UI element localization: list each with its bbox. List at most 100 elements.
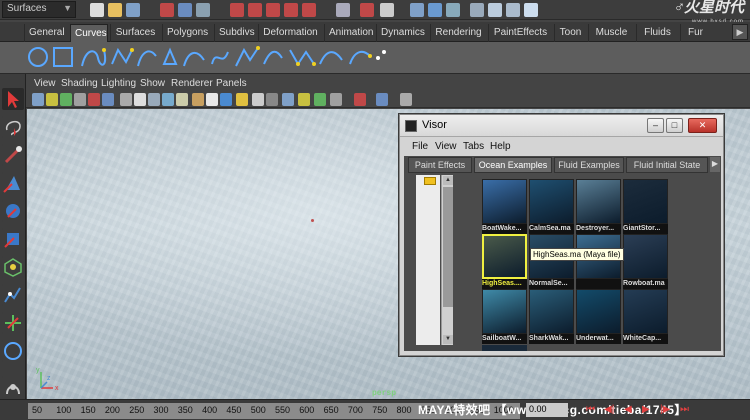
shelf-tab-painteffects[interactable]: PaintEffects (488, 24, 552, 42)
bookmark-icon[interactable] (46, 93, 58, 106)
select-hierarchy-icon[interactable] (160, 3, 174, 17)
view-option-icon[interactable] (298, 93, 310, 106)
visor-menu-view[interactable]: View (435, 141, 457, 152)
curve-tools-icons[interactable] (0, 42, 400, 74)
maximize-icon[interactable]: □ (666, 118, 683, 133)
ipr-render-icon[interactable] (428, 3, 442, 17)
2d-pan-icon[interactable] (74, 93, 86, 106)
rotate-tool-icon[interactable] (2, 200, 24, 222)
ocean-example-thumbnail[interactable]: NormalSe... (529, 234, 574, 289)
ocean-example-thumbnail[interactable]: BoatWake... (482, 179, 527, 234)
shelf-tab-toon[interactable]: Toon (554, 24, 586, 42)
attribute-editor-icon[interactable] (506, 3, 520, 17)
shelf-tab-curves[interactable]: Curves (70, 24, 108, 42)
visor-tab-fluid-initial-state[interactable]: Fluid Initial State (626, 157, 708, 173)
ocean-example-thumbnail[interactable]: Underwat... (576, 289, 621, 344)
ocean-example-thumbnail[interactable]: Rowboat.ma (623, 234, 668, 289)
soft-modification-icon[interactable] (2, 284, 24, 306)
shelf-tab-animation[interactable]: Animation (324, 24, 374, 42)
thumbnail-image[interactable] (576, 179, 621, 224)
ocean-example-thumbnail[interactable]: SharkWak... (529, 289, 574, 344)
visor-menu-help[interactable]: Help (490, 141, 511, 152)
shelf-tab-dynamics[interactable]: Dynamics (376, 24, 428, 42)
tab-scroll-right-icon[interactable]: ▶ (710, 157, 720, 172)
view-option-icon[interactable] (354, 93, 366, 106)
visor-tab-paint-effects[interactable]: Paint Effects (408, 157, 472, 173)
history-icon[interactable] (336, 3, 350, 17)
ocean-example-thumbnail[interactable]: GiantStor... (623, 179, 668, 234)
scroll-up-icon[interactable]: ▲ (443, 176, 453, 185)
resolution-gate-icon[interactable] (134, 93, 146, 106)
snap-curve-icon[interactable] (248, 3, 262, 17)
panel-menu-show[interactable]: Show (140, 78, 165, 89)
panel-menu-view[interactable]: View (34, 78, 56, 89)
panel-menu-panels[interactable]: Panels (216, 78, 247, 89)
thumbnail-image[interactable] (529, 289, 574, 334)
ocean-example-thumbnail[interactable]: WhiteCap... (623, 289, 668, 344)
shelf-tab-rendering[interactable]: Rendering (430, 24, 486, 42)
render-settings-icon[interactable] (446, 3, 460, 17)
view-option-icon[interactable] (330, 93, 342, 106)
visor-tab-ocean-examples[interactable]: Ocean Examples (474, 157, 552, 173)
isolate-icon[interactable] (266, 93, 278, 106)
shadows-icon[interactable] (252, 93, 264, 106)
smooth-shade-icon[interactable] (206, 93, 218, 106)
shelf-scroll-arrow-icon[interactable]: ▶ (732, 24, 748, 40)
panel-menu-lighting[interactable]: Lighting (101, 78, 136, 89)
channel-box-icon[interactable] (524, 3, 538, 17)
visor-title-bar[interactable]: Visor – □ ✕ (400, 115, 723, 137)
minimize-icon[interactable]: – (647, 118, 664, 133)
make-live-icon[interactable] (302, 3, 316, 17)
field-chart-icon[interactable] (162, 93, 174, 106)
ocean-example-thumbnail[interactable]: CalmSea.ma (529, 179, 574, 234)
thumbnail-image[interactable] (623, 289, 668, 334)
thumbnail-image[interactable] (576, 289, 621, 334)
panel-menu-shading[interactable]: Shading (61, 78, 98, 89)
shelf-tab-surfaces[interactable]: Surfaces (110, 24, 160, 42)
shelf-tab-muscle[interactable]: Muscle (588, 24, 634, 42)
shelf-tab-subdivs[interactable]: Subdivs (214, 24, 256, 42)
step-back-icon[interactable]: ◀| (604, 404, 614, 415)
visor-tab-fluid-examples[interactable]: Fluid Examples (554, 157, 624, 173)
open-scene-icon[interactable] (108, 3, 122, 17)
view-option-icon[interactable] (314, 93, 326, 106)
shelf-tab-deformation[interactable]: Deformation (258, 24, 322, 42)
shelf-tab-fur[interactable]: Fur (680, 24, 710, 42)
ocean-example-thumbnail[interactable] (576, 234, 621, 289)
camera-icon[interactable] (32, 93, 44, 106)
gate-mask-icon[interactable] (148, 93, 160, 106)
textured-icon[interactable] (220, 93, 232, 106)
show-hide-icon[interactable] (488, 3, 502, 17)
select-component-icon[interactable] (196, 3, 210, 17)
ocean-example-thumbnail[interactable]: HighSeas.... (482, 234, 527, 289)
scrollbar-thumb[interactable] (443, 187, 453, 307)
scroll-down-icon[interactable]: ▼ (443, 335, 453, 344)
snap-grid-icon[interactable] (230, 3, 244, 17)
thumbnail-image[interactable] (482, 289, 527, 334)
select-object-icon[interactable] (178, 3, 192, 17)
step-forward-icon[interactable]: |▶ (660, 404, 670, 415)
grease-pencil-icon[interactable] (88, 93, 100, 106)
play-back-icon[interactable]: ◀ (624, 404, 632, 415)
go-to-end-icon[interactable]: ⏭ (680, 404, 689, 415)
thumbnail-image[interactable] (482, 179, 527, 224)
snap-view-plane-icon[interactable] (284, 3, 298, 17)
film-gate-icon[interactable] (120, 93, 132, 106)
save-scene-icon[interactable] (126, 3, 140, 17)
view-option-icon[interactable] (282, 93, 294, 106)
thumbnail-image[interactable] (623, 179, 668, 224)
close-icon[interactable]: ✕ (688, 118, 717, 133)
construction-history-icon[interactable] (360, 3, 374, 17)
shelf-tab-general[interactable]: General (24, 24, 68, 42)
visor-menu-file[interactable]: File (412, 141, 428, 152)
ocean-example-thumbnail[interactable]: Destroyer... (576, 179, 621, 234)
thumbnail-image[interactable] (529, 179, 574, 224)
layout-icon[interactable] (2, 376, 24, 398)
view-option-icon[interactable] (400, 93, 412, 106)
safe-action-icon[interactable] (176, 93, 188, 106)
show-manipulator-icon[interactable] (2, 312, 24, 334)
grid-icon[interactable] (102, 93, 114, 106)
scale-tool-icon[interactable] (2, 228, 24, 250)
folder-tree[interactable] (416, 175, 440, 345)
render-icon[interactable] (380, 3, 394, 17)
